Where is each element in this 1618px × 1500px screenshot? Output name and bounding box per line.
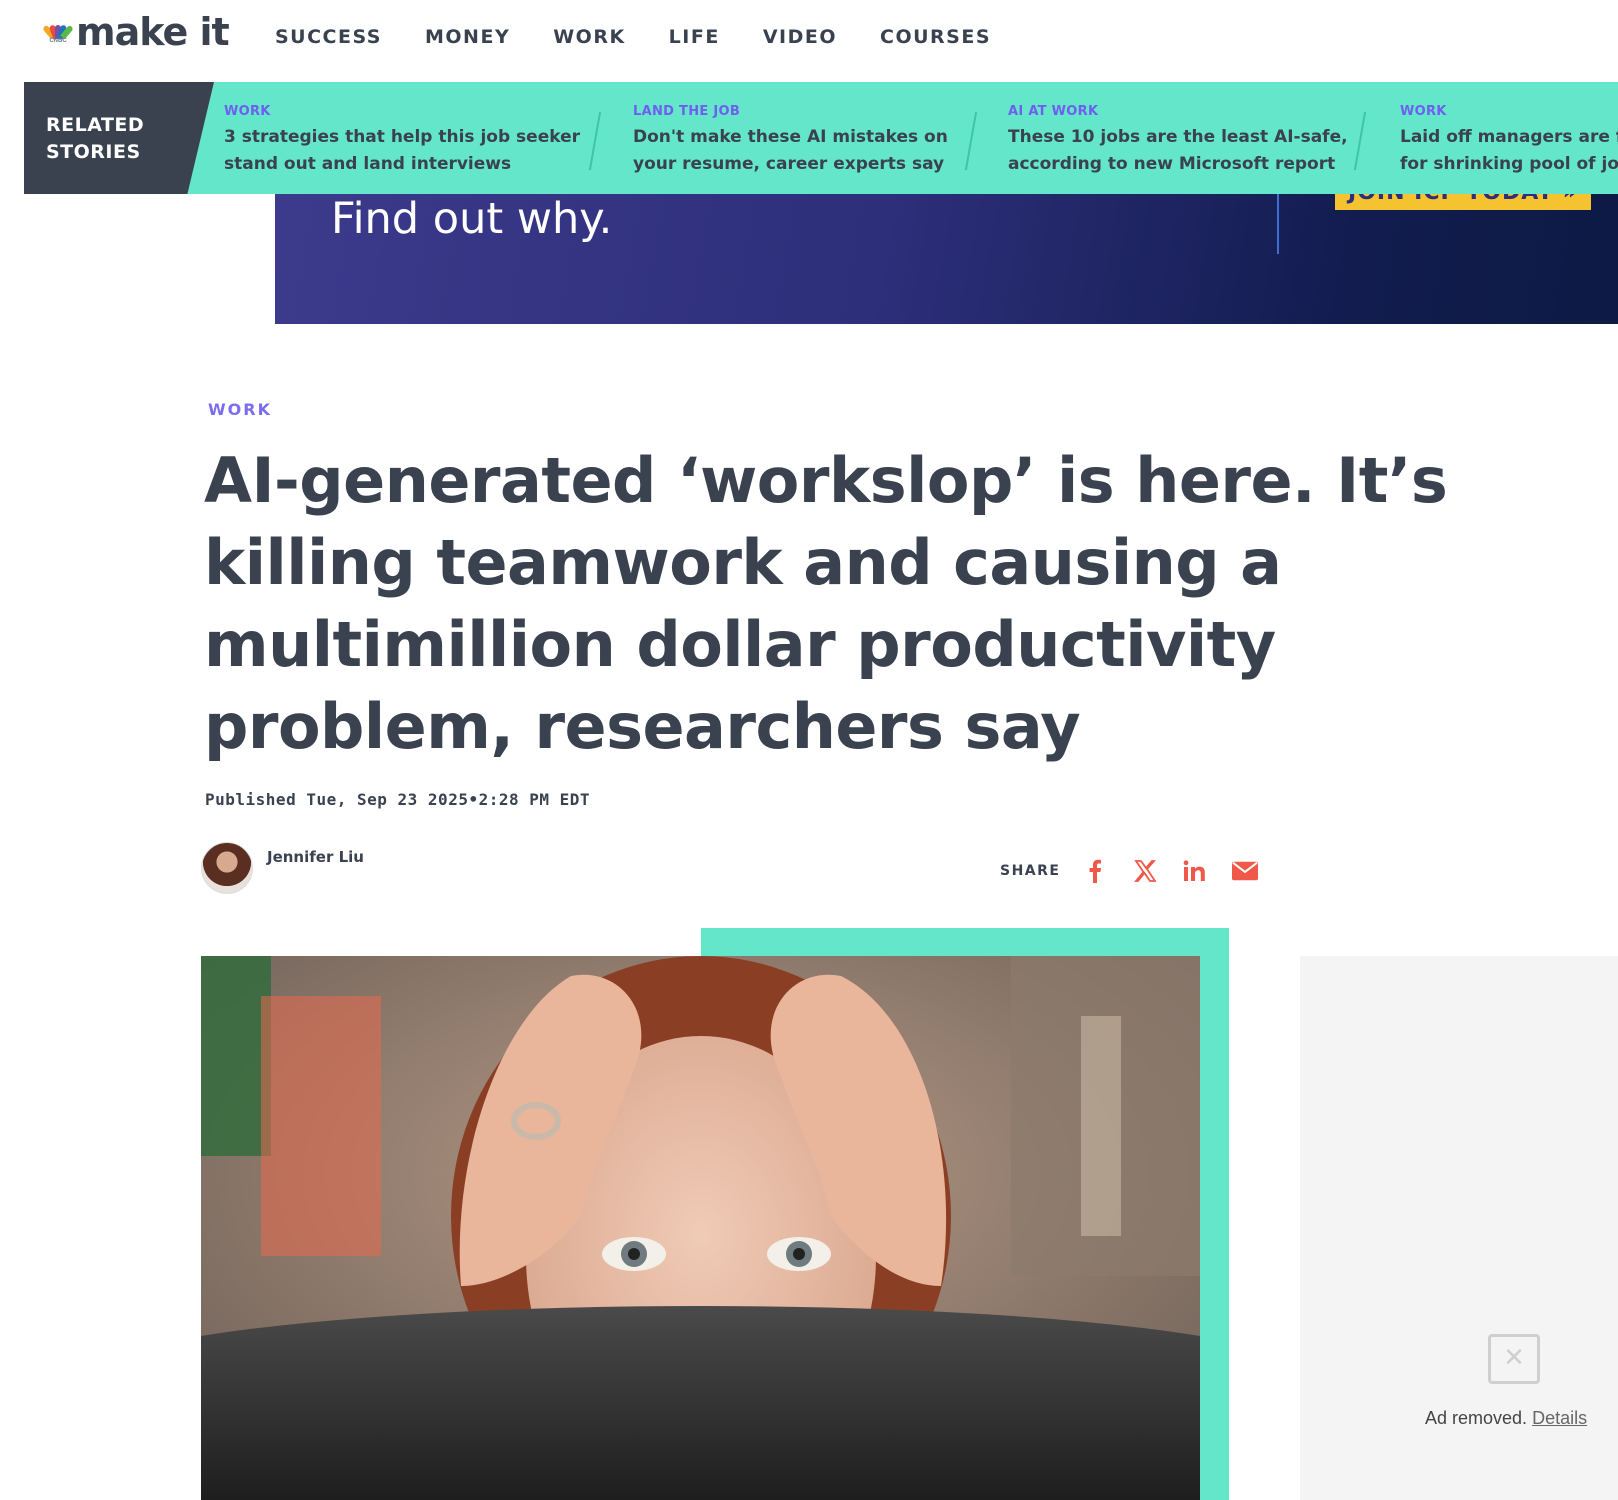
related-story-4[interactable]: WORK Laid off managers are fi for shrink… xyxy=(1400,104,1618,178)
facebook-icon[interactable] xyxy=(1082,858,1108,884)
author-byline: Jennifer Liu xyxy=(201,842,364,894)
nav-money[interactable]: MONEY xyxy=(425,26,510,48)
make-it-logo[interactable]: CNBC make it xyxy=(42,10,230,54)
story-divider xyxy=(964,112,978,170)
related-stories-heading: RELATED STORIES xyxy=(46,114,145,163)
article-section-tag[interactable]: WORK xyxy=(208,400,272,419)
story-headline-line-2[interactable]: stand out and land interviews xyxy=(224,151,580,178)
main-nav: SUCCESS MONEY WORK LIFE VIDEO COURSES xyxy=(275,26,1034,48)
ad-placeholder: ✕ Ad removed. Details xyxy=(1300,956,1618,1500)
related-story-2[interactable]: LAND THE JOB Don't make these AI mistake… xyxy=(633,104,948,178)
story-divider xyxy=(1353,112,1367,170)
banner-cta-button[interactable]: JOIN ICP TODAY » xyxy=(1335,194,1591,210)
top-navigation: CNBC make it SUCCESS MONEY WORK LIFE VID… xyxy=(0,0,1618,82)
hero-illustration xyxy=(201,956,1200,1500)
story-headline-line-1[interactable]: These 10 jobs are the least AI-safe, xyxy=(1008,124,1348,151)
article-title: AI-generated ‘workslop’ is here. It’s ki… xyxy=(204,444,1448,763)
logo-text: make it xyxy=(76,10,230,54)
email-icon[interactable] xyxy=(1232,858,1259,884)
story-headline-line-1[interactable]: Don't make these AI mistakes on xyxy=(633,124,948,151)
share-bar: SHARE xyxy=(1000,858,1282,884)
banner-ad-text: Find out why. xyxy=(331,194,613,244)
cnbc-peacock-icon: CNBC xyxy=(42,19,74,45)
nav-life[interactable]: LIFE xyxy=(669,26,720,48)
banner-ad[interactable]: Find out why. JOIN ICP TODAY » xyxy=(275,194,1618,324)
related-story-1[interactable]: WORK 3 strategies that help this job see… xyxy=(224,104,580,178)
linkedin-icon[interactable] xyxy=(1182,858,1208,884)
nav-success[interactable]: SUCCESS xyxy=(275,26,382,48)
story-headline-line-1[interactable]: 3 strategies that help this job seeker xyxy=(224,124,580,151)
x-icon[interactable] xyxy=(1132,858,1158,884)
cnbc-label: CNBC xyxy=(49,38,67,44)
story-category[interactable]: LAND THE JOB xyxy=(633,104,948,119)
published-date: Published Tue, Sep 23 2025•2:28 PM EDT xyxy=(205,790,591,809)
author-name[interactable]: Jennifer Liu xyxy=(267,848,364,866)
share-label: SHARE xyxy=(1000,863,1061,879)
banner-divider xyxy=(1277,194,1279,254)
related-stories-bar: RELATED STORIES WORK 3 strategies that h… xyxy=(24,82,1618,194)
story-headline-line-2[interactable]: your resume, career experts say xyxy=(633,151,948,178)
ad-removed-message: Ad removed. Details xyxy=(1425,1408,1587,1429)
ad-details-link[interactable]: Details xyxy=(1532,1408,1587,1428)
ad-removed-text: Ad removed. xyxy=(1425,1408,1528,1428)
nav-video[interactable]: VIDEO xyxy=(763,26,837,48)
author-avatar[interactable] xyxy=(201,842,253,894)
ad-removed-icon: ✕ xyxy=(1488,1334,1540,1384)
story-headline-line-2[interactable]: for shrinking pool of job xyxy=(1400,151,1618,178)
related-story-3[interactable]: AI AT WORK These 10 jobs are the least A… xyxy=(1008,104,1348,178)
story-category[interactable]: WORK xyxy=(1400,104,1618,119)
story-headline-line-2[interactable]: according to new Microsoft report xyxy=(1008,151,1348,178)
hero-image-stressed-woman xyxy=(201,956,1200,1500)
story-divider xyxy=(588,112,602,170)
nav-courses[interactable]: COURSES xyxy=(880,26,991,48)
related-stories-label: RELATED STORIES xyxy=(24,82,214,194)
story-category[interactable]: AI AT WORK xyxy=(1008,104,1348,119)
story-category[interactable]: WORK xyxy=(224,104,580,119)
nav-work[interactable]: WORK xyxy=(553,26,625,48)
story-headline-line-1[interactable]: Laid off managers are fi xyxy=(1400,124,1618,151)
